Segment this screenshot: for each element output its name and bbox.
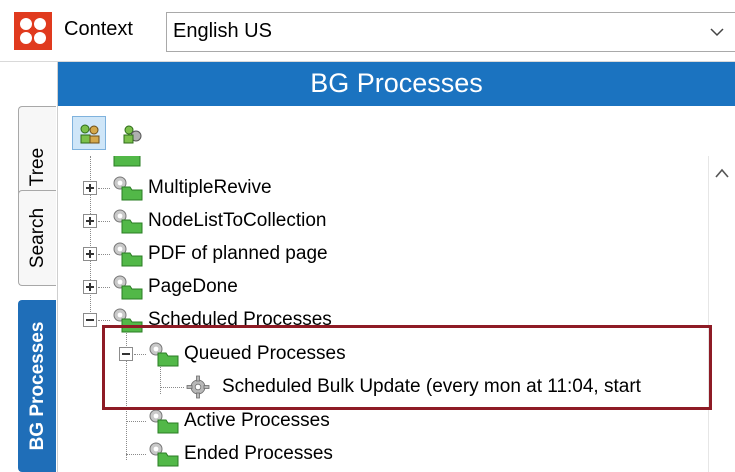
tree-item-label: MultipleRevive xyxy=(148,177,272,198)
folder-gear-icon xyxy=(110,274,144,300)
chevron-down-icon xyxy=(710,28,724,37)
folder-gear-icon xyxy=(110,208,144,234)
tree-item[interactable]: PDF of planned page xyxy=(58,240,658,268)
tree-item-label: PageDone xyxy=(148,276,238,297)
tab-search-label: Search xyxy=(26,207,48,269)
tree-item[interactable]: MultipleRevive xyxy=(58,174,658,202)
tree-item[interactable]: NodeListToCollection xyxy=(58,207,658,235)
collapse-toggle[interactable] xyxy=(83,313,97,327)
tree-scrollbar[interactable] xyxy=(708,156,735,472)
folder-gear-icon xyxy=(110,175,144,201)
folder-gear-icon xyxy=(146,441,180,467)
chevron-up-icon[interactable] xyxy=(715,168,729,178)
process-group-button[interactable] xyxy=(72,116,106,150)
tree-connector xyxy=(126,421,146,422)
app-logo-icon xyxy=(14,12,52,50)
tab-search[interactable]: Search xyxy=(18,190,56,286)
process-group-icon xyxy=(80,124,100,144)
toolbar xyxy=(58,106,735,156)
tree-item-label: Active Processes xyxy=(184,410,330,431)
left-tab-strip: Tree Search BG Processes xyxy=(0,62,58,472)
expand-toggle[interactable] xyxy=(83,181,97,195)
panel-header: BG Processes xyxy=(58,62,735,106)
process-user-button[interactable] xyxy=(114,116,148,150)
context-select-value: English US xyxy=(173,20,272,42)
tree-connector xyxy=(98,287,110,288)
folder-gear-icon xyxy=(146,408,180,434)
process-user-icon xyxy=(123,125,142,144)
tree-connector xyxy=(98,221,110,222)
folder-gear-icon xyxy=(110,241,144,267)
tree-item[interactable]: Active Processes xyxy=(58,407,658,435)
tree-connector xyxy=(126,454,146,455)
tree-connector xyxy=(98,188,110,189)
folder-gear-icon xyxy=(110,156,144,168)
tab-tree-label: Tree xyxy=(26,147,48,187)
process-tree: MultipleRevive NodeListToCollection PDF … xyxy=(58,156,708,472)
tree-connector xyxy=(98,254,110,255)
tab-bg-processes[interactable]: BG Processes xyxy=(18,300,56,472)
tree-item-label: Ended Processes xyxy=(184,443,333,464)
context-select[interactable]: English US xyxy=(166,12,735,52)
tree-item-label: NodeListToCollection xyxy=(148,210,327,231)
expand-toggle[interactable] xyxy=(83,280,97,294)
page-title: BG Processes xyxy=(310,68,483,98)
tree-item-label: PDF of planned page xyxy=(148,243,328,264)
context-label: Context xyxy=(64,18,133,40)
tab-bg-processes-label: BG Processes xyxy=(26,321,48,451)
expand-toggle[interactable] xyxy=(83,214,97,228)
tree-connector xyxy=(98,320,110,321)
highlight-box xyxy=(102,325,712,410)
tree-item[interactable]: Ended Processes xyxy=(58,440,658,468)
expand-toggle[interactable] xyxy=(83,247,97,261)
tree-item[interactable]: PageDone xyxy=(58,273,658,301)
context-bar: Context English US xyxy=(0,0,735,62)
